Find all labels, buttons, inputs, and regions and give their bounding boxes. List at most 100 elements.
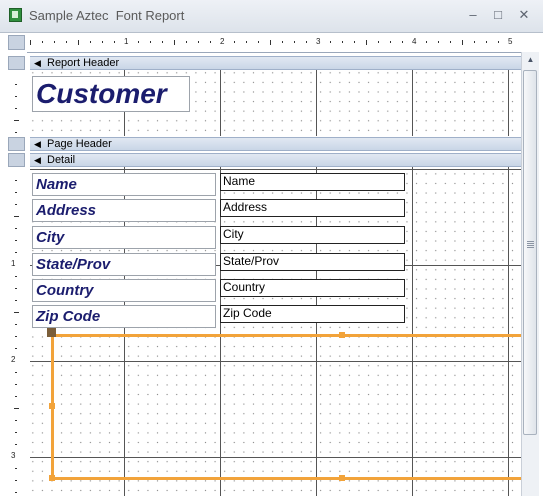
ruler-tick — [54, 41, 55, 43]
ruler-tick — [15, 288, 17, 289]
detail-band[interactable]: ◀ Detail — [30, 153, 521, 167]
report-header-label: Report Header — [47, 57, 120, 69]
city-label[interactable]: City — [32, 226, 216, 249]
ruler-tick — [13, 216, 19, 217]
ruler-tick — [426, 41, 427, 43]
address-label[interactable]: Address — [32, 199, 216, 222]
country-field[interactable]: Country — [220, 279, 405, 297]
ruler-tick — [15, 96, 17, 97]
ruler-tick — [15, 132, 17, 133]
ruler-tick — [30, 39, 31, 45]
ruler-tick — [66, 41, 67, 43]
ruler-tick — [15, 204, 17, 205]
vertical-scrollbar[interactable]: ▲ — [521, 52, 539, 496]
ruler-tick — [354, 41, 355, 43]
ruler-tick — [366, 39, 367, 45]
ruler-number: 3 — [316, 37, 321, 46]
ruler-tick — [15, 324, 17, 325]
ruler-tick — [13, 312, 19, 313]
zip-code-field[interactable]: Zip Code — [220, 305, 405, 323]
zip-code-label[interactable]: Zip Code — [32, 305, 216, 328]
ruler-tick — [174, 39, 175, 45]
resize-handle-bottom[interactable] — [339, 475, 345, 481]
vertical-ruler-report-header[interactable] — [8, 74, 25, 140]
ruler-tick — [390, 41, 391, 43]
report-header-band[interactable]: ◀ Report Header — [30, 56, 521, 70]
ruler-tick — [306, 41, 307, 43]
ruler-tick — [13, 120, 19, 121]
ruler-tick — [378, 41, 379, 43]
ruler-tick — [78, 39, 79, 45]
resize-handle-bottom-left[interactable] — [49, 475, 55, 481]
ruler-tick — [462, 39, 463, 45]
ruler-tick — [150, 41, 151, 43]
section-arrow-icon: ◀ — [34, 58, 41, 68]
country-label[interactable]: Country — [32, 279, 216, 302]
ruler-number: 4 — [412, 37, 417, 46]
name-label[interactable]: Name — [32, 173, 216, 196]
address-field[interactable]: Address — [220, 199, 405, 217]
title-bar: Sample Aztec Font Report – □ ✕ — [0, 0, 543, 33]
report-icon[interactable] — [9, 8, 22, 22]
ruler-tick — [15, 384, 17, 385]
ruler-number: 1 — [11, 259, 16, 268]
ruler-tick — [198, 41, 199, 43]
ruler-tick — [15, 180, 17, 181]
ruler-tick — [15, 300, 17, 301]
ruler-tick — [162, 41, 163, 43]
ruler-tick — [15, 252, 17, 253]
ruler-tick — [42, 41, 43, 43]
scroll-thumb[interactable] — [523, 70, 537, 435]
resize-handle-top[interactable] — [339, 332, 345, 338]
city-field[interactable]: City — [220, 226, 405, 244]
state-prov-label[interactable]: State/Prov — [32, 253, 216, 276]
selection-outline-top — [51, 334, 521, 337]
ruler-tick — [234, 41, 235, 43]
report-selector[interactable] — [8, 35, 25, 50]
page-header-band[interactable]: ◀ Page Header — [30, 137, 521, 151]
page-header-label: Page Header — [47, 138, 112, 150]
vertical-ruler-detail[interactable]: 1 2 3 — [8, 170, 25, 496]
ruler-tick — [15, 228, 17, 229]
detail-selector[interactable] — [8, 153, 25, 167]
ruler-number: 5 — [508, 37, 513, 46]
ruler-tick — [270, 39, 271, 45]
ruler-tick — [15, 108, 17, 109]
ruler-number: 1 — [124, 37, 129, 46]
close-button[interactable]: ✕ — [516, 7, 532, 23]
horizontal-ruler[interactable]: 1 2 3 4 5 — [27, 34, 521, 53]
page-header-selector[interactable] — [8, 137, 25, 151]
ruler-tick — [294, 41, 295, 43]
ruler-tick — [15, 84, 17, 85]
section-arrow-icon: ◀ — [34, 139, 41, 149]
report-title-label[interactable]: Customer — [32, 76, 190, 112]
ruler-number: 2 — [220, 37, 225, 46]
ruler-tick — [498, 41, 499, 43]
scroll-up-icon[interactable]: ▲ — [522, 52, 539, 68]
ruler-tick — [15, 432, 17, 433]
ruler-tick — [15, 240, 17, 241]
ruler-tick — [330, 41, 331, 43]
report-header-selector[interactable] — [8, 56, 25, 70]
ruler-tick — [474, 41, 475, 43]
ruler-tick — [342, 41, 343, 43]
ruler-tick — [15, 480, 17, 481]
resize-handle-left[interactable] — [49, 403, 55, 409]
ruler-tick — [402, 41, 403, 43]
ruler-tick — [15, 396, 17, 397]
ruler-tick — [138, 41, 139, 43]
detail-label: Detail — [47, 154, 76, 166]
ruler-tick — [90, 41, 91, 43]
move-handle[interactable] — [47, 328, 56, 337]
ruler-tick — [438, 41, 439, 43]
ruler-tick — [282, 41, 283, 43]
name-field[interactable]: Name — [220, 173, 405, 191]
ruler-number: 3 — [11, 451, 16, 460]
ruler-number: 2 — [11, 355, 16, 364]
state-prov-field[interactable]: State/Prov — [220, 253, 405, 271]
minimize-button[interactable]: – — [465, 7, 481, 23]
ruler-tick — [210, 41, 211, 43]
ruler-tick — [486, 41, 487, 43]
maximize-button[interactable]: □ — [490, 7, 506, 23]
ruler-tick — [246, 41, 247, 43]
